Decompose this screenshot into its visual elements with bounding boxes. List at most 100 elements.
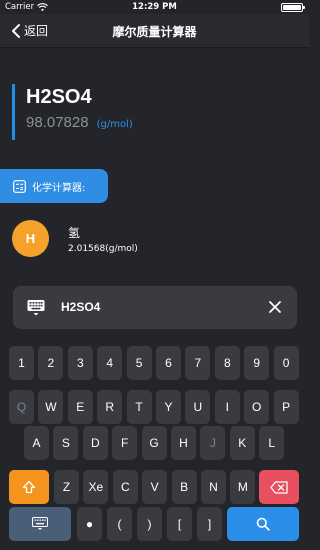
chemistry-keyboard: 1 2 3 4 5 6 7 8 9 0 Q W E R T Y U I O P A S D F G H J K L Z Xe C V B N M ● ()… — [0, 340, 309, 550]
key-b[interactable]: B — [171, 470, 197, 504]
key-8[interactable]: 8 — [214, 346, 240, 380]
key-p-label: P — [282, 400, 291, 414]
key-e[interactable]: E — [67, 390, 93, 424]
key-i[interactable]: I — [214, 390, 240, 424]
key-k-label: K — [238, 436, 247, 450]
key-s-label: S — [61, 436, 70, 450]
key-q[interactable]: Q — [9, 390, 34, 424]
key-2[interactable]: 2 — [38, 346, 64, 380]
key-l[interactable]: L — [259, 426, 285, 460]
key-2-label: 2 — [47, 356, 55, 370]
key-i-label: I — [225, 400, 229, 414]
key-f-label: F — [121, 436, 129, 450]
key-1-label: 1 — [18, 356, 25, 370]
key-w[interactable]: W — [38, 390, 64, 424]
key-q-label: Q — [16, 400, 27, 414]
key-a-label: A — [32, 436, 41, 450]
key-n-label: N — [209, 480, 218, 494]
element-mass: 2.01568(g/mol) — [68, 243, 138, 254]
key-3[interactable]: 3 — [67, 346, 93, 380]
key-t[interactable]: T — [126, 390, 152, 424]
key-a[interactable]: A — [24, 426, 49, 460]
key-v[interactable]: V — [142, 470, 168, 504]
key-r-label: R — [105, 400, 115, 414]
search-key[interactable] — [227, 507, 299, 541]
key-dot-label: ● — [85, 517, 94, 531]
key-6[interactable]: 6 — [156, 346, 181, 380]
key-open-paren-label: ( — [117, 517, 122, 531]
close-icon[interactable] — [267, 299, 283, 315]
key-7[interactable]: 7 — [185, 346, 211, 380]
key-9-label: 9 — [253, 356, 261, 370]
battery-icon — [281, 3, 305, 12]
key-open-paren[interactable]: ( — [107, 507, 132, 541]
key-xe[interactable]: Xe — [83, 470, 109, 504]
backspace-icon — [270, 480, 288, 494]
calculator-tab[interactable]: 化学计算器: — [0, 169, 108, 203]
keyboard-icon[interactable] — [27, 299, 45, 317]
formula-input-bar — [13, 286, 297, 329]
key-close-paren-label: ) — [147, 517, 152, 531]
key-g[interactable]: G — [141, 426, 167, 460]
element-symbol-badge: H — [12, 220, 49, 257]
key-u-label: U — [193, 400, 203, 414]
key-o[interactable]: O — [244, 390, 270, 424]
status-bar: Carrier 12:29 PM — [0, 0, 309, 14]
key-w-label: W — [45, 400, 57, 414]
key-7-label: 7 — [194, 356, 202, 370]
key-v-label: V — [150, 480, 159, 494]
element-item[interactable]: H 氢 2.01568(g/mol) — [12, 220, 138, 257]
key-0[interactable]: 0 — [273, 346, 299, 380]
result-molar-mass: 98.07828 — [26, 114, 89, 131]
key-e-label: E — [76, 400, 85, 414]
formula-input[interactable] — [61, 297, 251, 317]
key-y[interactable]: Y — [156, 390, 181, 424]
key-d[interactable]: D — [82, 426, 108, 460]
key-j[interactable]: J — [200, 426, 226, 460]
delete-key[interactable] — [259, 470, 299, 504]
key-0-label: 0 — [282, 356, 290, 370]
key-4-label: 4 — [106, 356, 114, 370]
key-5-label: 5 — [135, 356, 143, 370]
page-title: 摩尔质量计算器 — [112, 25, 197, 39]
key-open-bracket[interactable]: [ — [167, 507, 192, 541]
key-dot[interactable]: ● — [77, 507, 102, 541]
key-g-label: G — [149, 436, 159, 450]
hide-keyboard-key[interactable] — [9, 507, 71, 541]
key-m-label: M — [237, 480, 248, 494]
key-c[interactable]: C — [112, 470, 138, 504]
key-u[interactable]: U — [185, 390, 211, 424]
element-name: 氢 — [68, 225, 81, 240]
status-time: 12:29 PM — [132, 2, 177, 12]
key-f[interactable]: F — [112, 426, 138, 460]
key-4[interactable]: 4 — [97, 346, 123, 380]
shift-icon — [22, 480, 36, 494]
keyboard-icon — [32, 517, 48, 530]
key-9[interactable]: 9 — [244, 346, 270, 380]
key-c-label: C — [120, 480, 130, 494]
key-h[interactable]: H — [171, 426, 196, 460]
key-n[interactable]: N — [201, 470, 226, 504]
key-p[interactable]: P — [273, 390, 299, 424]
key-s[interactable]: S — [53, 426, 79, 460]
key-y-label: Y — [164, 400, 173, 414]
key-r[interactable]: R — [97, 390, 123, 424]
search-icon — [256, 517, 270, 531]
result-formula: H2SO4 — [26, 86, 92, 108]
shift-key[interactable] — [9, 470, 49, 504]
key-z[interactable]: Z — [54, 470, 79, 504]
calculator-icon — [13, 179, 26, 193]
key-k[interactable]: K — [229, 426, 255, 460]
key-xe-label: Xe — [88, 480, 104, 494]
key-l-label: L — [268, 436, 276, 450]
key-close-paren[interactable]: ) — [137, 507, 162, 541]
key-open-bracket-label: [ — [177, 517, 182, 531]
result-unit: (g/mol) — [96, 119, 133, 130]
key-m[interactable]: M — [230, 470, 256, 504]
key-close-bracket-label: ] — [207, 517, 212, 531]
key-close-bracket[interactable]: ] — [197, 507, 222, 541]
key-h-label: H — [179, 436, 188, 450]
calculator-tab-label: 化学计算器: — [32, 182, 86, 194]
key-1[interactable]: 1 — [9, 346, 34, 380]
key-5[interactable]: 5 — [126, 346, 152, 380]
